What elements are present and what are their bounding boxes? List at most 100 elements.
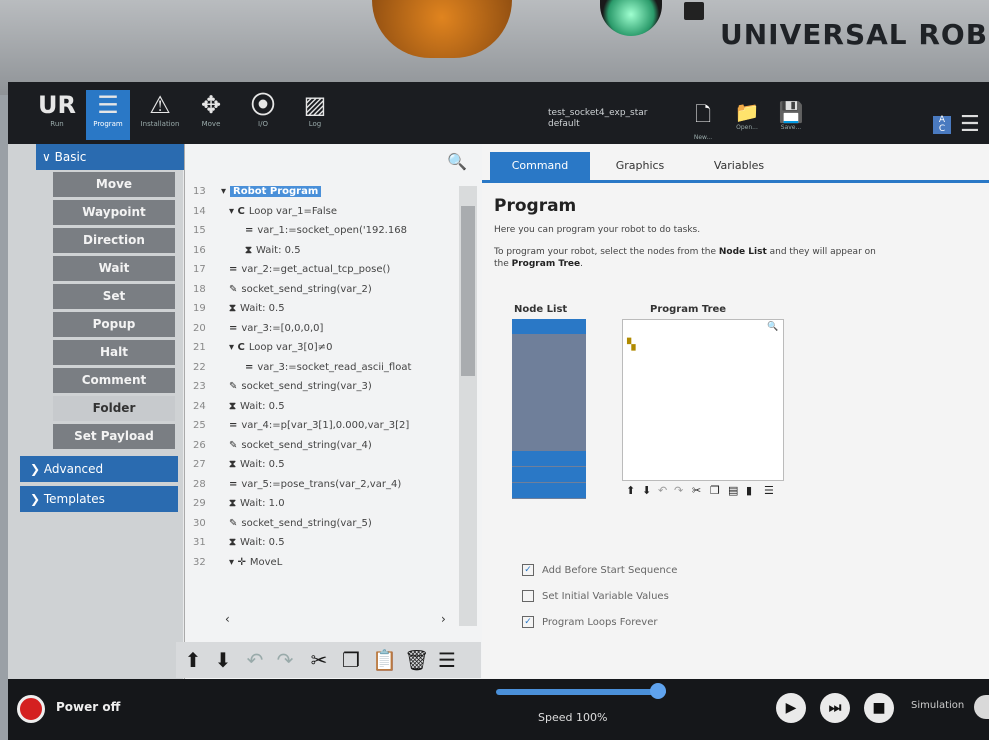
node-list-row[interactable] [512, 483, 586, 498]
save-button[interactable]: 💾 Save... [776, 100, 806, 131]
node-type-icon: ✎ [229, 439, 238, 451]
cut-icon[interactable]: ✂ [308, 648, 330, 672]
play-button[interactable]: ▶ [776, 693, 806, 723]
tab-command[interactable]: Command [490, 152, 590, 180]
tree-line[interactable]: 23 ✎ socket_send_string(var_3) [193, 377, 372, 396]
node-label: Wait: 0.5 [256, 244, 301, 256]
checkbox[interactable] [522, 590, 534, 602]
node-label: Wait: 1.0 [240, 498, 285, 509]
tree-line[interactable]: 30 ✎ socket_send_string(var_5) [193, 514, 372, 533]
sidebar-item-folder[interactable]: Folder [53, 396, 175, 421]
tree-line[interactable]: 14 ▾ C Loop var_1=False [193, 202, 337, 221]
node-list-row[interactable] [512, 319, 586, 334]
checkbox-initial-values[interactable]: Set Initial Variable Values [522, 590, 669, 602]
sidebar-item-popup[interactable]: Popup [53, 312, 175, 337]
move-down-icon[interactable]: ⬇ [642, 484, 651, 497]
tree-line[interactable]: 24 ⧗ Wait: 0.5 [193, 397, 285, 416]
node-list[interactable] [512, 319, 586, 499]
speed-slider-handle[interactable] [650, 683, 666, 699]
main-content: ∨ Basic Move Waypoint Direction Wait Set… [8, 144, 989, 679]
tree-line[interactable]: 26 ✎ socket_send_string(var_4) [193, 436, 372, 455]
tab-log[interactable]: ▨ Log [296, 90, 334, 140]
az-keyboard-icon[interactable]: AC [933, 116, 951, 134]
undo-icon[interactable]: ↶ [244, 648, 266, 672]
bottom-bar: Power off Speed 100% ▶ ⏭ ■ Simulation [8, 679, 989, 740]
sidebar-item-halt[interactable]: Halt [53, 340, 175, 365]
sidebar-group-basic[interactable]: ∨ Basic [36, 144, 184, 170]
suppress-icon[interactable]: ☰ [436, 648, 458, 672]
tree-line[interactable]: 17 = var_2:=get_actual_tcp_pose() [193, 260, 390, 279]
tree-line[interactable]: 21 ▾ C Loop var_3[0]≠0 [193, 338, 332, 357]
move-up-icon[interactable]: ⬆ [182, 648, 204, 672]
paste-icon[interactable]: ▤ [728, 484, 738, 497]
redo-icon[interactable]: ↷ [674, 484, 683, 497]
node-type-icon: ▾ C [229, 205, 245, 217]
tab-installation[interactable]: ⚠ Installation [138, 90, 182, 140]
redo-icon[interactable]: ↷ [274, 648, 296, 672]
zoom-icon[interactable]: 🔍 [767, 322, 778, 332]
tree-line[interactable]: 16 ⧗ Wait: 0.5 [193, 241, 301, 260]
tab-graphics[interactable]: Graphics [600, 152, 680, 180]
sidebar-item-set[interactable]: Set [53, 284, 175, 309]
move-down-icon[interactable]: ⬇ [212, 648, 234, 672]
tree-line[interactable]: 27 ⧗ Wait: 0.5 [193, 455, 285, 474]
tab-variables[interactable]: Variables [694, 152, 784, 180]
suppress-icon[interactable]: ☰ [764, 484, 774, 497]
move-up-icon[interactable]: ⬆ [626, 484, 635, 497]
tree-line[interactable]: 32 ▾ ✛ MoveL [193, 553, 282, 572]
tree-line[interactable]: 15 = var_1:=socket_open('192.168 [193, 221, 407, 240]
line-number: 18 [193, 283, 206, 295]
sidebar-item-move[interactable]: Move [53, 172, 175, 197]
program-tree-preview[interactable]: 🔍 ▚ [622, 319, 784, 481]
simulation-toggle[interactable] [974, 695, 989, 719]
node-list-row[interactable] [512, 451, 586, 466]
tab-run[interactable]: UR Run [38, 90, 76, 140]
new-button[interactable]: 🗋 New... [688, 100, 718, 141]
scroll-left-icon[interactable]: ‹ [225, 612, 230, 626]
sidebar-item-set-payload[interactable]: Set Payload [53, 424, 175, 449]
sidebar-item-waypoint[interactable]: Waypoint [53, 200, 175, 225]
stop-button[interactable]: ■ [864, 693, 894, 723]
scroll-right-icon[interactable]: › [441, 612, 446, 626]
tab-program[interactable]: ☰ Program [86, 90, 130, 140]
checkbox-before-start[interactable]: ✓ Add Before Start Sequence [522, 564, 677, 576]
tree-line[interactable]: 25 = var_4:=p[var_3[1],0.000,var_3[2] [193, 416, 409, 435]
delete-icon[interactable]: ▮ [746, 484, 752, 497]
tree-line[interactable]: 22 = var_3:=socket_read_ascii_float [193, 358, 411, 377]
tree-line[interactable]: 19 ⧗ Wait: 0.5 [193, 299, 285, 318]
tree-line[interactable]: 29 ⧗ Wait: 1.0 [193, 494, 285, 513]
cut-icon[interactable]: ✂ [692, 484, 701, 497]
tree-vertical-scrollbar[interactable] [459, 186, 477, 626]
speed-slider[interactable] [496, 689, 666, 695]
node-list-row[interactable] [512, 467, 586, 482]
tree-line[interactable]: 28 = var_5:=pose_trans(var_2,var_4) [193, 475, 401, 494]
search-icon[interactable]: 🔍 [447, 152, 467, 171]
tab-io[interactable]: ⦿ I/O [244, 90, 282, 140]
pendant-screen: UR Run ☰ Program ⚠ Installation ✥ Move ⦿… [8, 82, 989, 740]
delete-icon[interactable]: 🗑 [404, 648, 429, 672]
sidebar-item-wait[interactable]: Wait [53, 256, 175, 281]
tree-line[interactable]: 20 = var_3:=[0,0,0,0] [193, 319, 323, 338]
undo-icon[interactable]: ↶ [658, 484, 667, 497]
copy-icon[interactable]: ❐ [340, 648, 362, 672]
step-button[interactable]: ⏭ [820, 693, 850, 723]
power-button[interactable] [17, 695, 45, 723]
hamburger-menu-icon[interactable]: ☰ [960, 112, 980, 137]
simulation-label: Simulation [911, 700, 965, 711]
tree-line[interactable]: 18 ✎ socket_send_string(var_2) [193, 280, 372, 299]
sidebar-item-comment[interactable]: Comment [53, 368, 175, 393]
checkbox[interactable]: ✓ [522, 564, 534, 576]
tree-line[interactable]: 13 ▾ Robot Program [193, 182, 322, 201]
paste-icon[interactable]: 📋 [372, 648, 397, 672]
checkbox[interactable]: ✓ [522, 616, 534, 628]
open-button[interactable]: 📁 Open... [732, 100, 762, 131]
tab-move[interactable]: ✥ Move [192, 90, 230, 140]
sidebar-item-direction[interactable]: Direction [53, 228, 175, 253]
tree-line[interactable]: 31 ⧗ Wait: 0.5 [193, 533, 285, 552]
save-icon: 💾 [778, 100, 804, 124]
copy-icon[interactable]: ❐ [710, 484, 720, 497]
sidebar-group-advanced[interactable]: ❯ Advanced [20, 456, 178, 482]
scroll-thumb[interactable] [461, 206, 475, 376]
checkbox-loop-forever[interactable]: ✓ Program Loops Forever [522, 616, 657, 628]
sidebar-group-templates[interactable]: ❯ Templates [20, 486, 178, 512]
